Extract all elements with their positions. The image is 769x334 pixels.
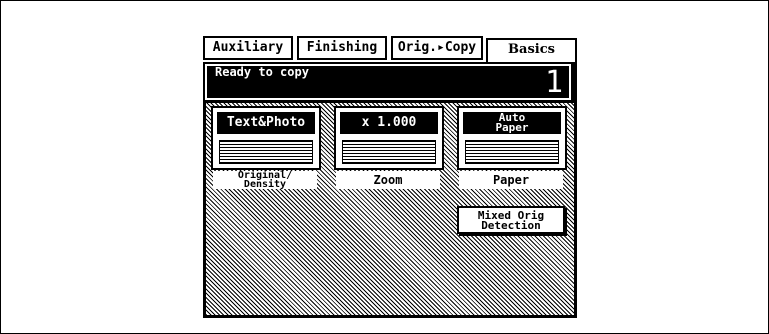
copier-panel: Auxiliary Finishing Orig.▸Copy Basics Re… (203, 34, 577, 318)
density-indicator (219, 140, 313, 164)
density-value: Text&Photo (217, 112, 315, 134)
zoom-key[interactable]: x 1.000 (334, 106, 444, 170)
zoom-label: Zoom (336, 171, 440, 189)
tab-auxiliary[interactable]: Auxiliary (203, 36, 293, 60)
tab-bar: Auxiliary Finishing Orig.▸Copy Basics (203, 34, 577, 62)
zoom-indicator (342, 140, 436, 164)
tab-orig-copy[interactable]: Orig.▸Copy (391, 36, 483, 60)
tab-basics[interactable]: Basics (486, 38, 577, 62)
paper-value-line2: Paper (495, 121, 529, 134)
mixed-orig-detection-button[interactable]: Mixed Orig Detection (457, 206, 565, 234)
paper-value: Auto Paper (463, 112, 561, 134)
paper-indicator (465, 140, 559, 164)
density-label: Original/ Density (213, 171, 317, 190)
density-label-line2: Density (243, 179, 287, 190)
copy-count: 1 (544, 65, 563, 100)
paper-label: Paper (459, 171, 563, 189)
density-key[interactable]: Text&Photo (211, 106, 321, 170)
paper-key[interactable]: Auto Paper (457, 106, 567, 170)
tab-finishing[interactable]: Finishing (297, 36, 387, 60)
message-bar: Ready to copy 1 (205, 64, 571, 100)
mixed-button-line2: Detection (481, 219, 541, 232)
zoom-value: x 1.000 (340, 112, 438, 134)
status-message: Ready to copy (215, 65, 309, 79)
